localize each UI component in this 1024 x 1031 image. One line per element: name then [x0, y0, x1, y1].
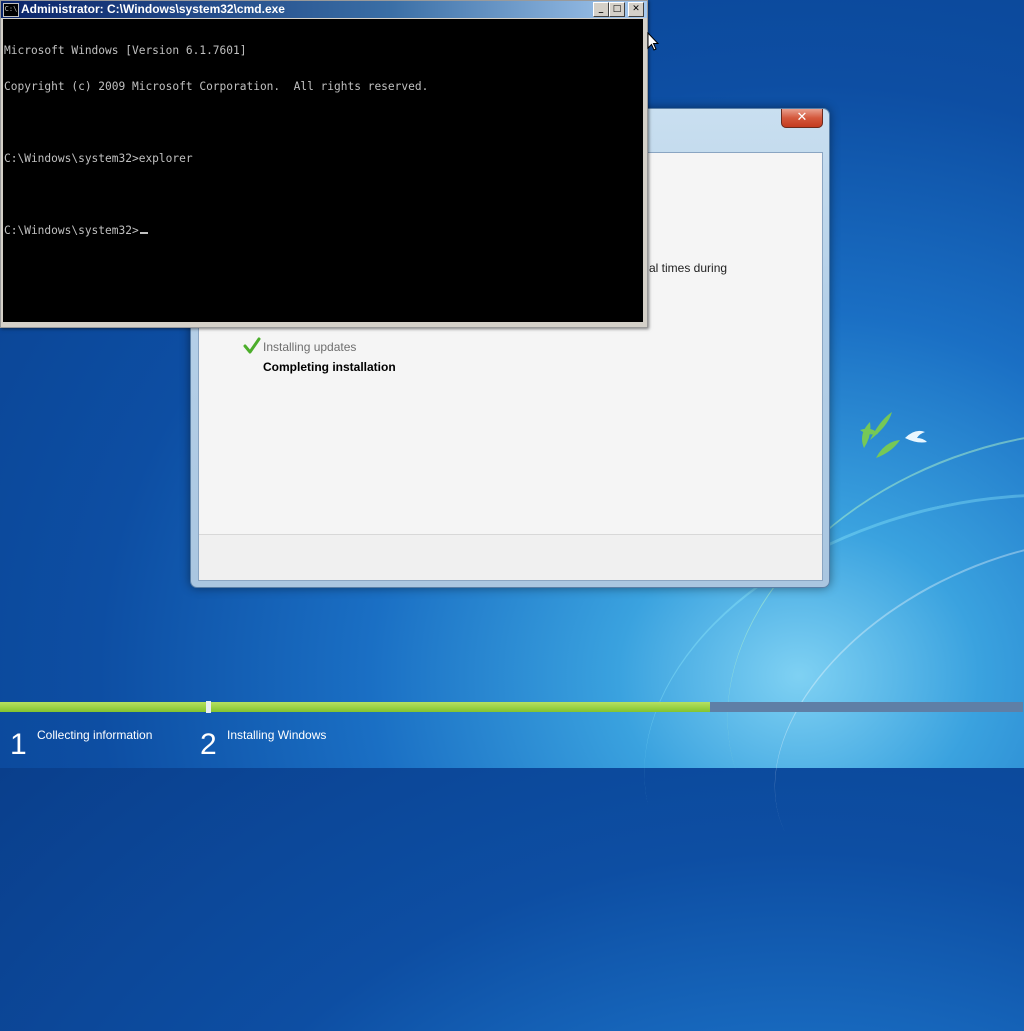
minimize-button[interactable]: _ [593, 2, 609, 17]
stage-label: Installing Windows [227, 728, 327, 742]
stage-number: 2 [200, 728, 217, 761]
step-label: Completing installation [263, 360, 396, 374]
step-label: Installing updates [263, 340, 357, 354]
console-prompt-line: C:\Windows\system32> [4, 225, 643, 237]
cmd-window: C:\ Administrator: C:\Windows\system32\c… [0, 0, 648, 328]
progress-segment-installing [211, 702, 1023, 712]
console-line: C:\Windows\system32>explorer [4, 152, 193, 165]
console-output[interactable]: Microsoft Windows [Version 6.1.7601] Cop… [3, 19, 643, 322]
step-completing-installation: Completing installation [263, 360, 396, 374]
progress-segment-collecting [0, 702, 206, 712]
mouse-pointer-icon [647, 32, 659, 51]
cmd-app-icon[interactable]: C:\ [3, 3, 19, 17]
cmd-titlebar[interactable]: C:\ Administrator: C:\Windows\system32\c… [1, 1, 647, 18]
stage-label: Collecting information [37, 728, 153, 742]
console-line: Copyright (c) 2009 Microsoft Corporation… [4, 80, 429, 93]
progress-fill [211, 702, 711, 712]
setup-description-text: al times during [649, 261, 728, 275]
setup-progress-bar [0, 701, 1024, 713]
stage-number: 1 [10, 728, 27, 761]
console-line: Microsoft Windows [Version 6.1.7601] [4, 44, 247, 57]
console-prompt: C:\Windows\system32> [4, 224, 139, 237]
setup-footer [199, 534, 822, 580]
setup-close-button[interactable]: ✕ [781, 109, 823, 128]
close-button[interactable]: ✕ [628, 2, 644, 17]
text-cursor [139, 232, 148, 234]
windows-wallpaper-logo [860, 412, 927, 458]
checkmark-icon [243, 337, 261, 354]
step-installing-updates: Installing updates [243, 337, 357, 354]
maximize-button[interactable]: □ [609, 2, 625, 17]
cmd-window-title: Administrator: C:\Windows\system32\cmd.e… [21, 2, 285, 16]
